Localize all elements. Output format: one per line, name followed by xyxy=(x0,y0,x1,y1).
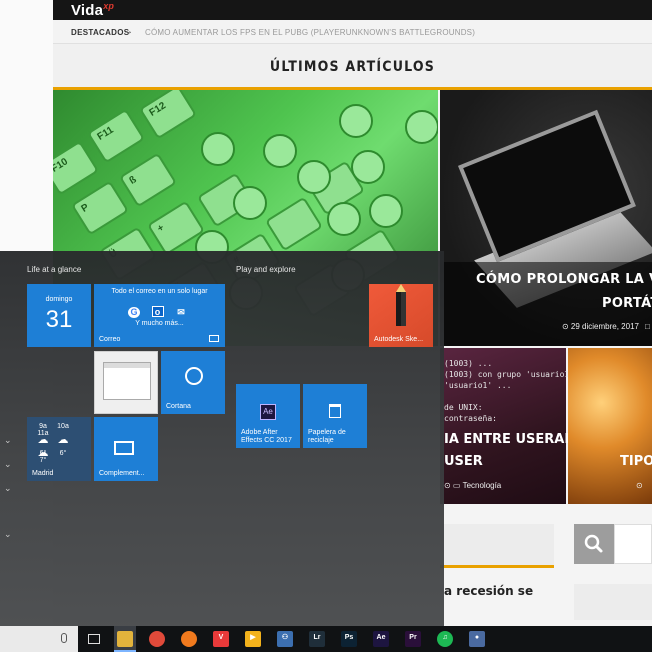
keyboard-key: F10 xyxy=(53,140,100,196)
file-explorer-icon[interactable] xyxy=(117,631,133,647)
chevron-down-icon[interactable]: ⌄ xyxy=(4,483,12,494)
tile-group-title[interactable]: Life at a glance xyxy=(27,265,81,274)
article-title[interactable]: USER xyxy=(444,454,483,469)
taskbar-search-box[interactable] xyxy=(0,626,78,652)
recycle-bin-label: Papelera de xyxy=(308,429,346,436)
article-date: ⊙ 29 diciembre, 2017 xyxy=(562,322,639,331)
ticker-link[interactable]: CÓMO AUMENTAR LOS FPS EN EL PUBG (PLAYER… xyxy=(145,28,475,37)
widget-header xyxy=(440,524,554,568)
complement-label: Complement... xyxy=(99,470,145,477)
arrow-right-icon: → xyxy=(123,26,133,37)
car-icon xyxy=(369,194,403,228)
chevron-down-icon[interactable]: ⌄ xyxy=(4,459,12,470)
cortana-icon xyxy=(185,367,203,385)
widget-header xyxy=(574,584,652,620)
medkit-icon xyxy=(233,186,267,220)
weather-temps: 6° 6°7° xyxy=(39,450,67,464)
taskbar: V ▶ ⚇ Lr Ps Ae Pr ♫ ● xyxy=(0,626,652,652)
article-snippet[interactable]: a recesión se xyxy=(444,584,533,598)
after-effects-label: Adobe After xyxy=(241,429,278,436)
outlook-icon: o xyxy=(151,306,164,317)
firefox-icon[interactable] xyxy=(181,631,197,647)
featured-label: DESTACADOS xyxy=(71,28,130,37)
recycle-bin-icon xyxy=(329,404,341,418)
window-thumbnail xyxy=(103,362,151,400)
envelope-icon: ✉ xyxy=(177,307,185,317)
microphone-icon[interactable] xyxy=(61,633,67,643)
search-icon xyxy=(584,534,603,553)
category-icon: □ xyxy=(645,322,650,331)
chevron-down-icon[interactable]: ⌄ xyxy=(4,529,12,540)
recycle-bin-tile[interactable]: Papelera de reciclaje xyxy=(303,384,367,448)
article-title[interactable]: CÓMO PROLONGAR LA VIDA xyxy=(476,272,652,287)
hearing-icon xyxy=(327,202,361,236)
featured-ticker: DESTACADOS → CÓMO AUMENTAR LOS FPS EN EL… xyxy=(53,20,652,44)
after-effects-tile[interactable]: Ae Adobe After Effects CC 2017 xyxy=(236,384,300,448)
mail-label: Correo xyxy=(99,336,121,343)
complement-tile[interactable]: Complement... xyxy=(94,417,158,481)
weather-tile[interactable]: 9a 10a11a ☁ ☁☁ 6° 6°7° Madrid xyxy=(27,417,91,481)
weather-city: Madrid xyxy=(32,470,54,477)
article-title[interactable]: PORTÁT xyxy=(602,296,652,311)
accessibility-icon xyxy=(297,160,331,194)
vpn-icon[interactable]: ● xyxy=(469,631,485,647)
desktop-screen: Vidaxp DESTACADOS → CÓMO AUMENTAR LOS FP… xyxy=(0,0,652,652)
chevron-down-icon[interactable]: ⌄ xyxy=(4,435,12,446)
keyboard-key xyxy=(264,196,324,252)
search-button[interactable] xyxy=(574,524,614,564)
tile-group-title[interactable]: Play and explore xyxy=(236,265,296,274)
section-title: ÚLTIMOS ARTÍCULOS xyxy=(269,59,436,75)
cortana-label: Cortana xyxy=(166,403,191,410)
devices-icon xyxy=(114,441,134,455)
after-effects-icon[interactable]: Ae xyxy=(373,631,389,647)
article-title[interactable]: TIPOS xyxy=(620,454,652,469)
terminal-text: (1003) ... (1003) con grupo 'usuario1 'u… xyxy=(444,359,570,423)
chrome-icon[interactable] xyxy=(149,631,165,647)
after-effects-icon: Ae xyxy=(260,404,276,420)
mail-account-icons: G o ✉ xyxy=(128,306,196,318)
network-app-icon[interactable]: ⚇ xyxy=(277,631,293,647)
chat-icon xyxy=(351,150,385,184)
recycle-bin-label: reciclaje xyxy=(308,437,334,444)
keyboard-key: F12 xyxy=(138,90,198,140)
after-effects-label: Effects CC 2017 xyxy=(241,437,292,444)
task-view-icon[interactable] xyxy=(88,634,100,644)
spotify-icon[interactable]: ♫ xyxy=(437,631,453,647)
keyboard-key: ß xyxy=(118,152,178,208)
mail-more-text: Y mucho más... xyxy=(135,320,184,327)
media-icon xyxy=(263,134,297,168)
calendar-day: domingo xyxy=(45,296,73,303)
vivaldi-icon[interactable]: V xyxy=(213,631,229,647)
photos-tile[interactable] xyxy=(94,351,158,414)
mail-badge-icon xyxy=(209,335,219,342)
calendar-date: 31 xyxy=(45,306,73,333)
clock-icon: ⊙ xyxy=(636,481,643,490)
lightroom-icon[interactable]: Lr xyxy=(309,631,325,647)
calendar-tile[interactable]: domingo 31 xyxy=(27,284,91,347)
site-header: Vidaxp xyxy=(53,0,652,20)
media-player-icon[interactable]: ▶ xyxy=(245,631,261,647)
premiere-icon[interactable]: Pr xyxy=(405,631,421,647)
sketchbook-tile[interactable]: Autodesk Ske... xyxy=(369,284,433,347)
mail-headline: Todo el correo en un solo lugar xyxy=(111,288,208,295)
article-category[interactable]: ⊙ ▭ Tecnología xyxy=(444,481,501,490)
lightbulb-icon xyxy=(339,104,373,138)
site-logo[interactable]: Vidaxp xyxy=(71,1,114,19)
sketchbook-label: Autodesk Ske... xyxy=(374,336,424,343)
start-menu-rail: ⌄ ⌄ ⌄ ⌄ xyxy=(0,251,16,626)
keyboard-key: P xyxy=(70,180,130,236)
keyboard-key: F11 xyxy=(86,108,146,164)
google-icon: G xyxy=(128,307,140,318)
tools-icon xyxy=(405,110,438,144)
photoshop-icon[interactable]: Ps xyxy=(341,631,357,647)
start-menu: ⌄ ⌄ ⌄ ⌄ Life at a glance Play and explor… xyxy=(0,251,444,626)
mail-tile[interactable]: Todo el correo en un solo lugar G o ✉ Y … xyxy=(94,284,225,347)
pencil-icon xyxy=(396,284,406,326)
cortana-tile[interactable]: Cortana xyxy=(161,351,225,414)
article-title[interactable]: IA ENTRE USERADD xyxy=(444,432,586,447)
latest-articles-header: ÚLTIMOS ARTÍCULOS xyxy=(53,44,652,90)
search-input[interactable] xyxy=(614,524,652,564)
camera-icon xyxy=(201,132,235,166)
